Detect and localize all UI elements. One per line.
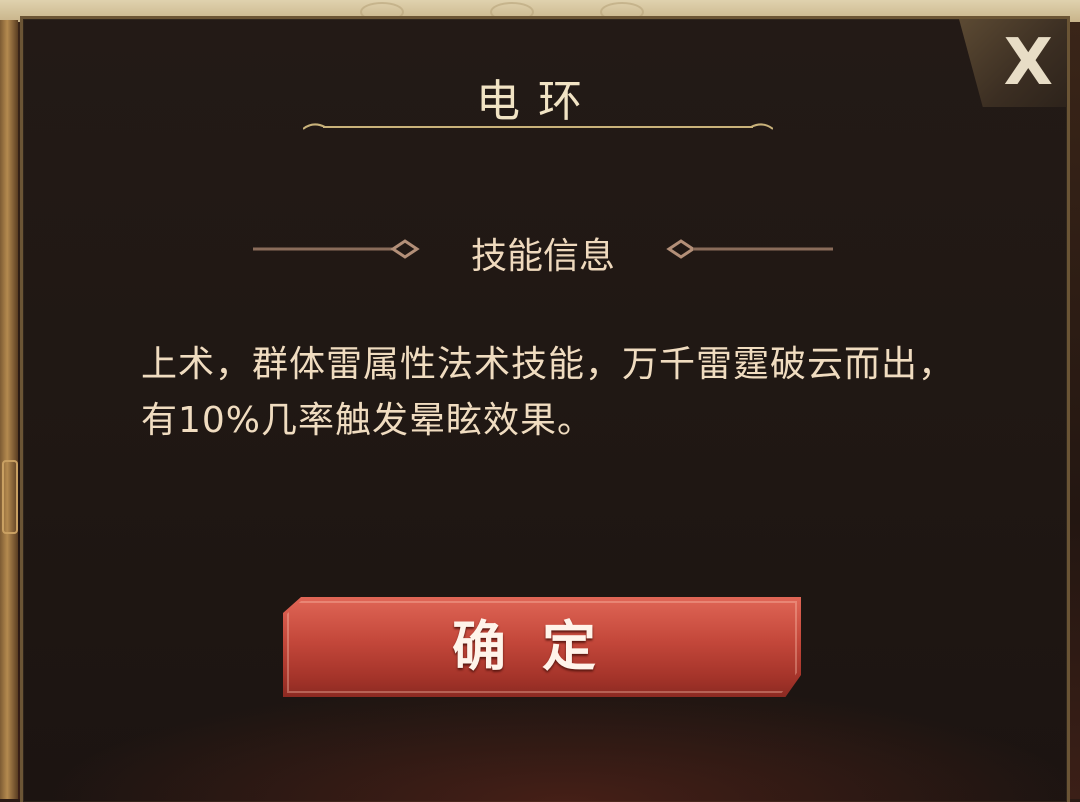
close-icon: X [1003,26,1053,100]
bottom-glow [43,682,1080,802]
confirm-button[interactable]: 确定 [283,597,801,697]
dialog-title: 电环 [476,76,600,127]
frame-left-edge [0,20,18,799]
skill-description: 上术，群体雷属性法术技能，万千雷霆破云而出，有10%几率触发晕眩效果。 [141,344,956,441]
confirm-button-label: 确定 [452,615,632,678]
dialog-title-area: 电环 [303,41,773,130]
title-divider-icon [303,123,773,130]
right-ornament-icon [666,239,833,259]
skill-info-dialog: 电环 X 技能信息 上术，群体雷属性法术技能，万千雷霆破云而出，有10%几率触发… [20,16,1080,802]
section-header: 技能信息 [253,219,833,279]
close-button[interactable]: X [959,19,1067,107]
